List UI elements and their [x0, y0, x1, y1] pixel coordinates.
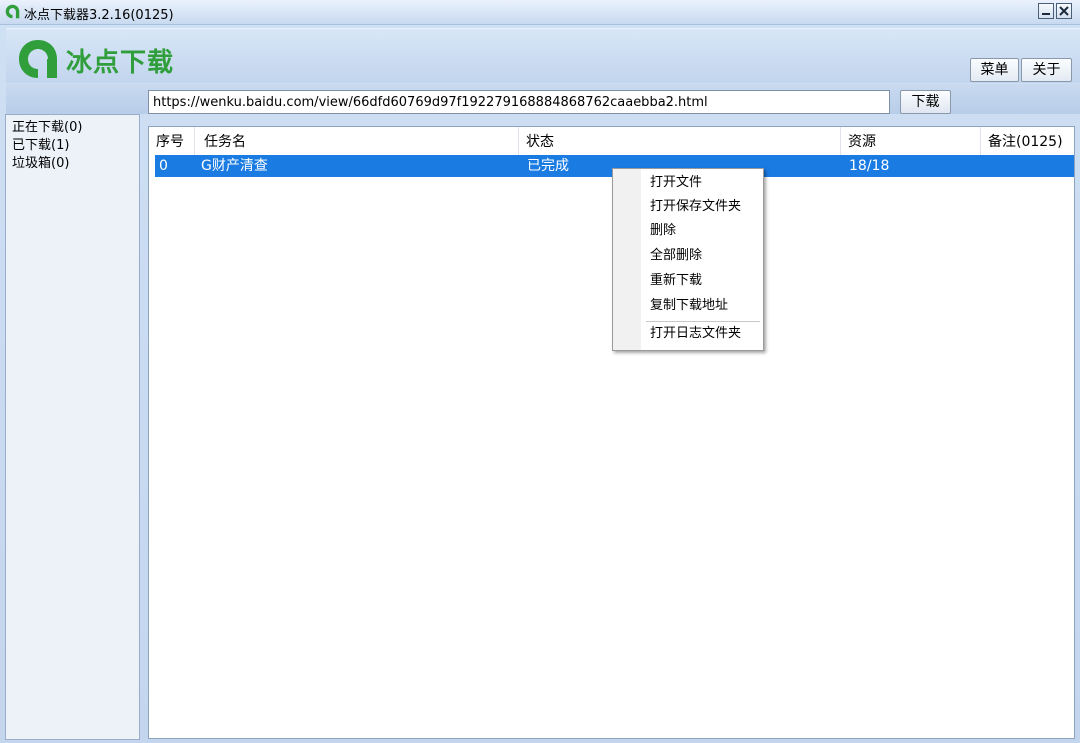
column-note[interactable]: 备注(0125)	[981, 127, 1074, 155]
column-task-name[interactable]: 任务名	[197, 127, 519, 155]
sidebar-item-trash[interactable]: 垃圾箱(0)	[12, 155, 139, 173]
context-menu: 打开文件 打开保存文件夹 删除 全部删除 重新下载 复制下载地址 打开日志文件夹	[612, 168, 764, 351]
menu-item-redownload[interactable]: 重新下载	[650, 270, 702, 292]
row-seq: 0	[159, 158, 168, 174]
close-icon	[1059, 6, 1069, 16]
sidebar: 正在下载(0) 已下载(1) 垃圾箱(0)	[5, 114, 140, 740]
menu-separator	[646, 321, 760, 322]
url-input[interactable]	[148, 90, 890, 114]
sidebar-item-downloaded[interactable]: 已下载(1)	[12, 137, 139, 155]
row-task-name: G财产清查	[201, 158, 268, 174]
column-header: 序号 任务名 状态 资源 备注(0125)	[149, 127, 1074, 155]
column-seq[interactable]: 序号	[149, 127, 195, 155]
menu-button[interactable]: 菜单	[970, 58, 1019, 82]
column-status[interactable]: 状态	[519, 127, 841, 155]
brand-logo-icon	[19, 40, 57, 78]
menu-item-delete-all[interactable]: 全部删除	[650, 245, 702, 267]
app-window: 冰点下载器3.2.16(0125) 冰点下载 菜单 关于 下载 正在下载(0) …	[0, 0, 1080, 743]
row-resource: 18/18	[849, 158, 890, 174]
menu-item-open-file[interactable]: 打开文件	[650, 172, 702, 194]
close-button[interactable]	[1056, 3, 1072, 19]
download-button[interactable]: 下载	[900, 90, 951, 114]
sidebar-item-downloading[interactable]: 正在下载(0)	[12, 119, 139, 137]
minimize-button[interactable]	[1038, 3, 1054, 19]
menu-item-open-log-folder[interactable]: 打开日志文件夹	[650, 323, 741, 345]
brand-name: 冰点下载	[66, 48, 175, 78]
app-header: 冰点下载 菜单 关于	[6, 28, 1080, 83]
column-resource[interactable]: 资源	[841, 127, 981, 155]
menu-item-copy-url[interactable]: 复制下载地址	[650, 295, 728, 317]
title-bar: 冰点下载器3.2.16(0125)	[0, 0, 1080, 25]
window-title: 冰点下载器3.2.16(0125)	[24, 8, 174, 23]
about-button[interactable]: 关于	[1021, 58, 1072, 82]
menu-item-delete[interactable]: 删除	[650, 220, 676, 242]
menu-item-open-save-folder[interactable]: 打开保存文件夹	[650, 196, 741, 218]
row-status: 已完成	[527, 158, 569, 174]
context-menu-gutter	[613, 169, 641, 350]
app-logo-icon	[5, 4, 20, 19]
